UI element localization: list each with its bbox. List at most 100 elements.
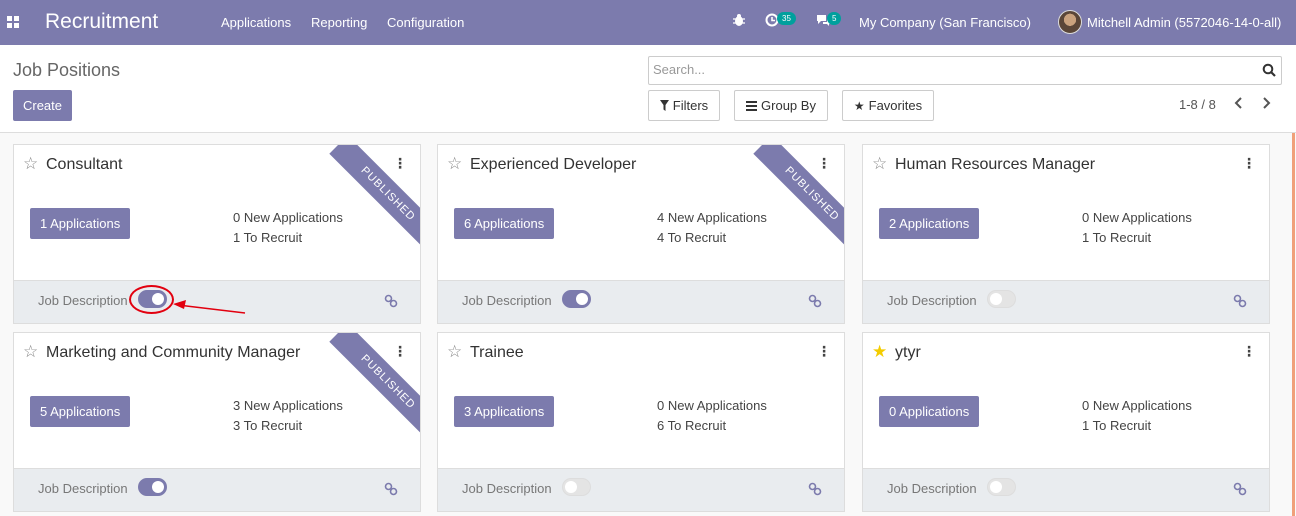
card-menu-icon[interactable]: ⋮ — [393, 155, 407, 172]
to-recruit-value: 1 To Recruit — [1082, 230, 1152, 245]
link-icon[interactable] — [1233, 482, 1247, 496]
job-title[interactable]: Trainee — [470, 344, 524, 362]
search-input[interactable] — [653, 62, 1253, 77]
job-description-toggle[interactable] — [138, 478, 167, 496]
new-applications-link[interactable]: 0 New Applications — [657, 398, 767, 413]
menu-configuration[interactable]: Configuration — [387, 15, 464, 30]
favorites-label: Favorites — [868, 98, 923, 113]
top-navbar: Recruitment Applications Reporting Confi… — [0, 0, 1296, 45]
activity-count-badge: 35 — [777, 12, 796, 25]
job-description-toggle[interactable] — [987, 290, 1016, 308]
toggle-knob — [990, 481, 1002, 493]
applications-button[interactable]: 0 Applications — [879, 396, 980, 427]
star-outline-icon[interactable]: ☆ — [23, 343, 38, 361]
job-description-label: Job Description — [462, 293, 552, 308]
pager-next-icon[interactable] — [1262, 96, 1271, 114]
card-footer: Job Description — [438, 468, 844, 511]
toggle-knob — [565, 481, 577, 493]
to-recruit-value: 6 To Recruit — [657, 418, 727, 433]
new-applications-link[interactable]: 0 New Applications — [1082, 210, 1192, 225]
page-title: Job Positions — [13, 60, 121, 80]
group-by-label: Group By — [761, 98, 816, 113]
app-brand[interactable]: Recruitment — [45, 10, 158, 34]
filter-icon — [659, 100, 669, 111]
debug-bug-icon[interactable] — [732, 13, 746, 30]
star-outline-icon[interactable]: ☆ — [872, 155, 887, 173]
job-title[interactable]: Human Resources Manager — [895, 156, 1095, 174]
annotation-arrow-icon — [173, 300, 246, 314]
user-avatar[interactable] — [1058, 10, 1082, 34]
to-recruit-value: 1 To Recruit — [233, 230, 303, 245]
job-description-label: Job Description — [462, 481, 552, 496]
toggle-knob — [576, 293, 588, 305]
card-footer: Job Description — [863, 280, 1269, 323]
user-menu[interactable]: Mitchell Admin (5572046-14-0-all) — [1087, 15, 1281, 30]
star-outline-icon[interactable]: ☆ — [23, 155, 38, 173]
list-icon — [746, 100, 758, 111]
card-menu-icon[interactable]: ⋮ — [1242, 343, 1256, 360]
card-menu-icon[interactable]: ⋮ — [1242, 155, 1256, 172]
card-menu-icon[interactable]: ⋮ — [817, 343, 831, 360]
link-icon[interactable] — [384, 294, 398, 308]
star-outline-icon[interactable]: ☆ — [447, 155, 462, 173]
job-description-label: Job Description — [887, 293, 977, 308]
star-icon: ★ — [853, 98, 865, 113]
job-card[interactable]: ☆ Experienced Developer PUBLISHED ⋮ 6 Ap… — [437, 144, 845, 324]
pager-value[interactable]: 1-8 / 8 — [1179, 97, 1216, 112]
toggle-knob — [990, 293, 1002, 305]
new-applications-link[interactable]: 4 New Applications — [657, 210, 767, 225]
filters-label: Filters — [672, 98, 709, 113]
messages-count-badge: 5 — [827, 12, 842, 25]
new-applications-link[interactable]: 3 New Applications — [233, 398, 343, 413]
job-description-toggle[interactable] — [562, 290, 591, 308]
job-title[interactable]: Experienced Developer — [470, 156, 636, 174]
job-card[interactable]: ☆ Trainee ⋮ 3 Applications 0 New Applica… — [437, 332, 845, 512]
filters-button[interactable]: Filters — [648, 90, 720, 121]
menu-reporting[interactable]: Reporting — [311, 15, 367, 30]
job-description-label: Job Description — [38, 293, 128, 308]
annotation-circle — [129, 285, 174, 314]
new-applications-link[interactable]: 0 New Applications — [1082, 398, 1192, 413]
link-icon[interactable] — [808, 294, 822, 308]
star-outline-icon[interactable]: ☆ — [447, 343, 462, 361]
to-recruit-value: 4 To Recruit — [657, 230, 727, 245]
card-footer: Job Description — [863, 468, 1269, 511]
menu-applications[interactable]: Applications — [221, 15, 291, 30]
to-recruit-value: 1 To Recruit — [1082, 418, 1152, 433]
job-title[interactable]: ytyr — [895, 344, 921, 362]
pager-previous-icon[interactable] — [1234, 96, 1243, 114]
card-menu-icon[interactable]: ⋮ — [393, 343, 407, 360]
applications-button[interactable]: 5 Applications — [30, 396, 131, 427]
favorites-button[interactable]: ★ Favorites — [842, 90, 934, 121]
applications-button[interactable]: 3 Applications — [454, 396, 555, 427]
job-description-toggle[interactable] — [562, 478, 591, 496]
job-card[interactable]: ★ ytyr ⋮ 0 Applications 0 New Applicatio… — [862, 332, 1270, 512]
job-card[interactable]: ☆ Human Resources Manager ⋮ 2 Applicatio… — [862, 144, 1270, 324]
card-footer: Job Description — [14, 468, 420, 511]
new-applications-link[interactable]: 0 New Applications — [233, 210, 343, 225]
job-description-label: Job Description — [887, 481, 977, 496]
card-menu-icon[interactable]: ⋮ — [817, 155, 831, 172]
link-icon[interactable] — [1233, 294, 1247, 308]
applications-button[interactable]: 6 Applications — [454, 208, 555, 239]
company-switcher[interactable]: My Company (San Francisco) — [859, 15, 1031, 30]
job-description-label: Job Description — [38, 481, 128, 496]
group-by-button[interactable]: Group By — [734, 90, 828, 121]
applications-button[interactable]: 2 Applications — [879, 208, 980, 239]
link-icon[interactable] — [384, 482, 398, 496]
create-button[interactable]: Create — [13, 90, 72, 121]
link-icon[interactable] — [808, 482, 822, 496]
job-title[interactable]: Consultant — [46, 156, 123, 174]
to-recruit-value: 3 To Recruit — [233, 418, 303, 433]
card-footer: Job Description — [438, 280, 844, 323]
star-filled-icon[interactable]: ★ — [872, 343, 887, 361]
job-title[interactable]: Marketing and Community Manager — [46, 344, 300, 362]
search-icon[interactable] — [1262, 63, 1276, 77]
applications-button[interactable]: 1 Applications — [30, 208, 131, 239]
search-box — [648, 56, 1282, 85]
job-description-toggle[interactable] — [987, 478, 1016, 496]
scroll-accent — [1292, 133, 1295, 516]
toggle-knob — [152, 481, 164, 493]
job-card[interactable]: ☆ Marketing and Community Manager PUBLIS… — [13, 332, 421, 512]
apps-menu-icon[interactable] — [7, 16, 19, 28]
